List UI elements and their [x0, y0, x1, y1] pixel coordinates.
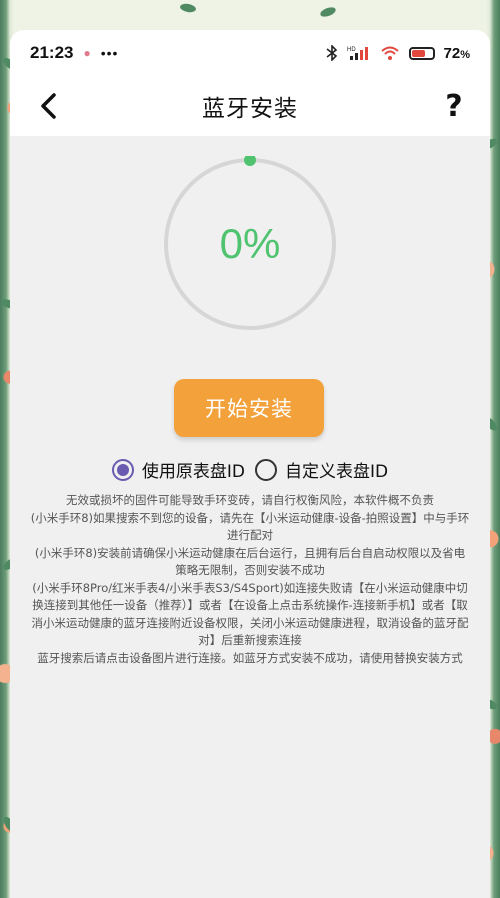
status-time: 21:23 [30, 43, 74, 62]
battery-percent: 72% [443, 44, 470, 62]
back-button[interactable] [30, 88, 66, 124]
dial-id-options: 使用原表盘ID 自定义表盘ID [10, 457, 490, 482]
help-button[interactable]: ? [436, 86, 472, 126]
note-text: 无效或损坏的固件可能导致手环变砖，请自行权衡风险，本软件概不负责 [66, 493, 434, 507]
radio-label: 使用原表盘ID [141, 462, 245, 482]
page-title: 蓝牙安装 [202, 96, 298, 122]
notification-dot-icon: ● [83, 46, 91, 60]
note-text: (小米手环8Pro/红米手表4/小米手表S3/S4Sport)如连接失败请【在小… [31, 580, 469, 648]
radio-unchecked-icon[interactable] [255, 458, 277, 481]
radio-custom-dial-id[interactable]: 自定义表盘ID [255, 457, 388, 482]
signal-icon: HD [347, 47, 368, 60]
radio-label: 自定义表盘ID [285, 462, 389, 482]
leaf-decoration [179, 2, 197, 14]
bluetooth-icon [326, 45, 337, 61]
note-text: (小米手环8)安装前请确保小米运动健康在后台运行，且拥有后台自启动权限以及省电策… [34, 545, 466, 578]
leaf-decoration [319, 5, 337, 19]
nav-bar: 蓝牙安装 ? [10, 76, 490, 136]
svg-text:HD: HD [347, 47, 356, 53]
progress-percent: 0% [219, 220, 281, 267]
install-notes: 无效或损坏的固件可能导致手环变砖，请自行权衡风险，本软件概不负责 (小米手环8)… [30, 492, 470, 667]
note-text: 蓝牙搜索后请点击设备图片进行连接。如蓝牙方式安装不成功，请使用替换安装方式 [37, 650, 463, 665]
wifi-icon [380, 46, 399, 60]
radio-use-original-dial-id[interactable]: 使用原表盘ID [111, 457, 245, 482]
app-screen: 21:23 ● ••• HD 72% 蓝牙安装 ? 0% 开始安装 使用原表盘I… [10, 30, 490, 898]
status-bar: 21:23 ● ••• HD 72% [10, 30, 490, 76]
more-notifications-icon: ••• [100, 45, 119, 61]
note-text: (小米手环8)如果搜索不到您的设备，请先在【小米运动健康-设备-拍照设置】中与手… [30, 510, 470, 543]
battery-icon [408, 46, 435, 60]
chevron-left-icon [41, 93, 56, 119]
start-install-button[interactable]: 开始安装 [174, 379, 324, 437]
install-progress: 0% [162, 156, 338, 332]
radio-checked-icon[interactable] [111, 458, 134, 481]
